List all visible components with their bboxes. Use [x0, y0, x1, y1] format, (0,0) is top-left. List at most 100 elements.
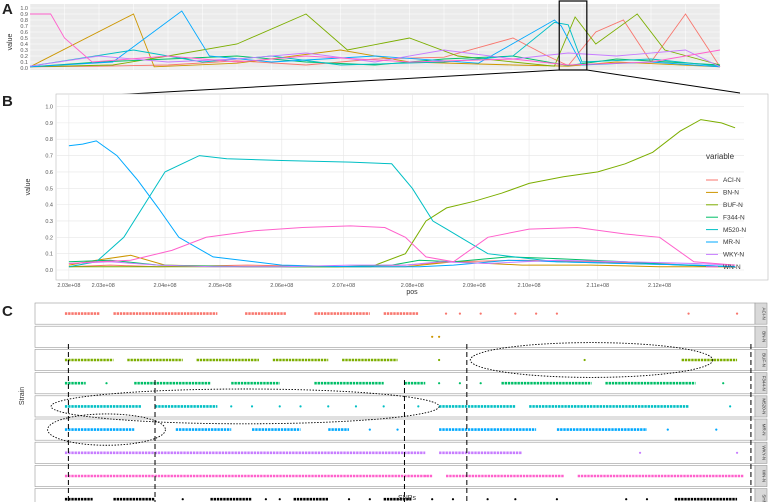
panel-c-letter: C: [2, 303, 13, 320]
legend-label-wn-n: WN-N: [723, 264, 741, 271]
panel-b-x-tick-label: 2.05e+08: [208, 283, 231, 289]
strip-label-wky-n: WKY-N: [762, 446, 767, 461]
snp-point-aci-n: [514, 312, 517, 315]
panel-b-y-tick-label: 0.4: [45, 203, 53, 209]
snp-point-m520-n: [417, 405, 420, 408]
snp-point-wky-n: [638, 451, 642, 454]
snp-point-f344-n: [479, 382, 482, 385]
panel-a-y-label: value: [7, 34, 14, 51]
snp-point-shr: [451, 498, 455, 501]
snp-point-shr: [486, 498, 489, 501]
snp-point-aci-n: [444, 312, 448, 315]
panel-b-y-tick-label: 1.0: [45, 105, 53, 111]
snp-point-buf-n: [583, 358, 586, 362]
panel-b-x-ticks: 2.03e+08 2.03e+08 2.04e+08 2.05e+08 2.06e+08…: [57, 283, 671, 289]
snp-point-shr: [645, 498, 649, 501]
panel-b-letter: B: [2, 93, 13, 110]
panel-b-y-tick-label: 0.5: [45, 186, 53, 192]
snp-point-bn-n: [431, 335, 434, 338]
panel-a-y-tick-label: 0.5: [20, 36, 28, 42]
strip-label-mr-n: MR-N: [762, 424, 767, 436]
panel-b-y-tick-label: 0.2: [45, 235, 53, 241]
panel-b-y-tick-label: 0.3: [45, 219, 53, 225]
strip-label-wn-n: WN-N: [762, 470, 767, 482]
strain-row-mr-n: [34, 418, 756, 441]
snp-point-shr: [347, 498, 351, 501]
snp-point-shr: [278, 498, 281, 501]
strip-label-buf-n: BUF-N: [762, 353, 767, 367]
panel-a-y-tick-label: 0.9: [20, 12, 28, 18]
snp-point-aci-n: [687, 312, 690, 315]
snp-point-mr-n: [396, 428, 399, 431]
snp-point-shr: [514, 498, 517, 501]
snp-point-aci-n: [555, 312, 559, 315]
snp-point-m520-n: [354, 405, 358, 408]
legend-label-aci-n: ACI-N: [723, 177, 741, 184]
panel-a-y-tick-label: 0.1: [20, 60, 28, 66]
panel-a-y-tick-label: 0.2: [20, 54, 28, 60]
panel-a-y-tick-label: 0.8: [20, 18, 28, 24]
panel-b-x-tick-label: 2.03e+08: [92, 283, 115, 289]
panel-b-x-tick-label: 2.07e+08: [332, 283, 355, 289]
strip-label-shr: SHR: [762, 494, 767, 502]
snp-point-m520-n: [299, 405, 302, 408]
panel-a: A 0.00.10.20.30.40.50.60.70.80.91.0 valu…: [2, 0, 721, 72]
snp-point-aci-n: [479, 312, 482, 315]
panel-a-y-tick-label: 0.4: [20, 42, 28, 48]
panel-b-y-tick-label: 0.0: [45, 268, 53, 274]
snp-point-shr: [368, 498, 371, 501]
zoom-connector-left: [75, 69, 560, 98]
snp-point-m520-n: [250, 405, 254, 408]
snp-point-aci-n: [735, 312, 739, 315]
snp-point-wn-n: [424, 474, 427, 478]
panel-b-x-tick-label: 2.12e+08: [648, 283, 671, 289]
snp-point-m520-n: [230, 405, 233, 408]
snp-point-shr: [264, 498, 267, 501]
snp-point-f344-n: [438, 382, 441, 385]
panel-b-x-tick-label: 2.03e+08: [57, 283, 80, 289]
panel-b-y-ticks: 0.0 0.1 0.2 0.3 0.4 0.5 0.6 0.7 0.8 0.9 1.0: [45, 105, 53, 274]
panel-b-y-label: value: [25, 179, 32, 196]
panel-a-y-tick-label: 0.3: [20, 48, 28, 54]
legend-label-bn-n: BN-N: [723, 190, 739, 197]
snp-point-m520-n: [382, 405, 385, 408]
zoom-connector-right: [586, 69, 741, 94]
panel-c-x-label: SNPs: [398, 495, 416, 502]
panel-a-y-tick-label: 0.7: [20, 24, 28, 30]
panel-b-x-tick-label: 2.10e+08: [518, 283, 541, 289]
snp-point-f344-n: [458, 382, 461, 385]
snp-point-buf-n: [438, 358, 441, 362]
snp-point-aci-n: [458, 312, 461, 315]
strip-label-aci-n: ACI-N: [762, 307, 767, 319]
panel-c-y-label: Strain: [19, 387, 26, 405]
legend-label-wky-n: WKY-N: [723, 252, 744, 259]
snp-point-m520-n: [327, 405, 330, 408]
panel-a-y-tick-label: 1.0: [20, 6, 28, 12]
snp-point-aci-n: [535, 312, 538, 315]
panel-b-y-tick-label: 0.9: [45, 121, 53, 127]
panel-c: C ACI-N BN-N BUF-N F344-N M520-N MR-N WKY-N WN-…: [2, 302, 768, 502]
panel-b-y-tick-label: 0.6: [45, 170, 53, 176]
figure-canvas: A 0.00.10.20.30.40.50.60.70.80.91.0 valu…: [2, 0, 769, 502]
panel-b-x-tick-label: 2.04e+08: [153, 283, 176, 289]
panel-a-y-tick-label: 0.6: [20, 30, 28, 36]
snp-point-f344-n: [105, 382, 108, 385]
strip-label-f344-n: F344-N: [762, 376, 767, 391]
snp-point-shr: [555, 498, 559, 501]
panel-b-x-tick-label: 2.06e+08: [270, 283, 293, 289]
legend-label-buf-n: BUF-N: [723, 202, 743, 209]
snp-point-mr-n: [368, 428, 371, 431]
snp-point-m520-n: [278, 405, 281, 408]
panel-b-y-tick-label: 0.8: [45, 137, 53, 143]
strain-row-m520-n: [34, 395, 756, 418]
legend-title: variable: [706, 152, 735, 161]
strip-label-m520-n: M520-N: [762, 398, 767, 414]
legend-label-mr-n: MR-N: [723, 239, 740, 246]
snp-point-mr-n: [715, 428, 718, 431]
strip-label-bn-n: BN-N: [762, 331, 767, 342]
snp-point-f344-n: [722, 382, 725, 385]
panel-a-y-tick-label: 0.0: [20, 66, 28, 72]
panel-a-y-ticks: 0.00.10.20.30.40.50.60.70.80.91.0: [20, 6, 28, 72]
panel-c-strain-rows: ACI-N BN-N BUF-N F344-N M520-N MR-N WKY-N WN-N S…: [34, 302, 768, 502]
snp-point-shr: [431, 498, 434, 501]
